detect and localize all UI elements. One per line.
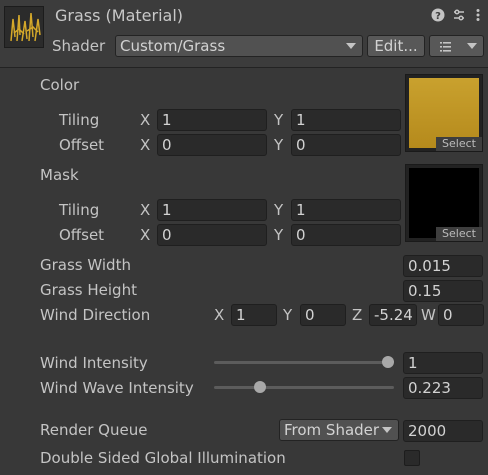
grass-width-label: Grass Width: [40, 256, 131, 274]
wind-direction-w-label: W: [421, 306, 436, 324]
wind-intensity-slider-knob[interactable]: [382, 356, 394, 368]
color-tiling-x-label: X: [140, 111, 151, 129]
double-sided-gi-checkbox[interactable]: [404, 450, 420, 466]
svg-text:?: ?: [435, 11, 441, 22]
wind-wave-intensity-slider-track[interactable]: [214, 386, 394, 389]
wind-direction-w-field[interactable]: 0: [438, 304, 484, 326]
wind-intensity-slider-track[interactable]: [214, 361, 394, 364]
wind-direction-z-label: Z: [352, 306, 363, 324]
mask-tiling-x-field[interactable]: 1: [157, 199, 267, 221]
render-queue-mode-value: From Shader: [284, 421, 380, 439]
list-icon: [440, 42, 451, 52]
color-offset-y-label: Y: [274, 136, 284, 154]
color-tiling-y-field[interactable]: 1: [291, 109, 401, 131]
color-tiling-x-field[interactable]: 1: [157, 109, 267, 131]
wind-wave-intensity-slider-knob[interactable]: [254, 381, 267, 393]
mask-offset-y-field[interactable]: 0: [291, 224, 401, 246]
mask-offset-y-label: Y: [274, 226, 284, 244]
wind-intensity-label: Wind Intensity: [40, 354, 148, 372]
mask-tiling-y-field[interactable]: 1: [291, 199, 401, 221]
shader-options-button[interactable]: [429, 35, 484, 57]
mask-offset-x-field[interactable]: 0: [157, 224, 267, 246]
render-queue-mode-dropdown[interactable]: From Shader: [279, 419, 399, 441]
color-offset-label: Offset: [59, 136, 105, 154]
chevron-down-icon: [467, 43, 477, 49]
mask-tiling-y-label: Y: [274, 201, 284, 219]
more-menu-icon[interactable]: [470, 8, 486, 24]
material-header: Grass (Material) ? Shader Custom/Grass E…: [0, 0, 488, 68]
color-offset-x-field[interactable]: 0: [157, 134, 267, 156]
color-tiling-y-label: Y: [274, 111, 284, 129]
mask-texture-select-button[interactable]: Select: [436, 227, 482, 241]
grass-thumbnail-icon: [5, 7, 43, 47]
mask-offset-x-label: X: [140, 226, 151, 244]
edit-shader-button[interactable]: Edit...: [367, 35, 425, 57]
color-texture-slot[interactable]: Select: [405, 74, 483, 152]
wind-direction-label: Wind Direction: [40, 306, 151, 324]
chevron-down-icon: [382, 427, 392, 433]
mask-texture-slot[interactable]: Select: [405, 164, 483, 242]
double-sided-gi-label: Double Sided Global Illumination: [40, 449, 286, 467]
chevron-down-icon: [346, 43, 356, 49]
wind-direction-x-field[interactable]: 1: [231, 304, 277, 326]
grass-height-field[interactable]: 0.15: [403, 280, 483, 302]
wind-wave-intensity-field[interactable]: 0.223: [403, 377, 483, 399]
mask-tiling-x-label: X: [140, 201, 151, 219]
shader-label: Shader: [52, 37, 106, 55]
presets-icon[interactable]: [451, 8, 467, 24]
help-icon[interactable]: ?: [430, 8, 446, 24]
wind-direction-x-label: X: [214, 306, 225, 324]
shader-dropdown-value: Custom/Grass: [120, 37, 226, 55]
color-offset-y-field[interactable]: 0: [291, 134, 401, 156]
wind-direction-y-field[interactable]: 0: [300, 304, 346, 326]
grass-width-field[interactable]: 0.015: [403, 255, 483, 277]
color-texture-select-button[interactable]: Select: [436, 137, 482, 151]
color-offset-x-label: X: [140, 136, 151, 154]
mask-offset-label: Offset: [59, 226, 105, 244]
grass-height-label: Grass Height: [40, 281, 137, 299]
material-preview-thumbnail[interactable]: [4, 6, 44, 48]
mask-texture-label: Mask: [40, 166, 79, 184]
color-tiling-label: Tiling: [59, 111, 100, 129]
material-title: Grass (Material): [55, 6, 184, 25]
wind-intensity-field[interactable]: 1: [403, 352, 483, 374]
shader-dropdown[interactable]: Custom/Grass: [115, 35, 363, 57]
wind-wave-intensity-label: Wind Wave Intensity: [40, 379, 194, 397]
wind-direction-z-field[interactable]: -5.24: [369, 304, 417, 326]
mask-tiling-label: Tiling: [59, 201, 100, 219]
render-queue-field[interactable]: 2000: [403, 420, 483, 442]
color-texture-label: Color: [40, 76, 80, 94]
render-queue-label: Render Queue: [40, 421, 148, 439]
wind-direction-y-label: Y: [283, 306, 293, 324]
